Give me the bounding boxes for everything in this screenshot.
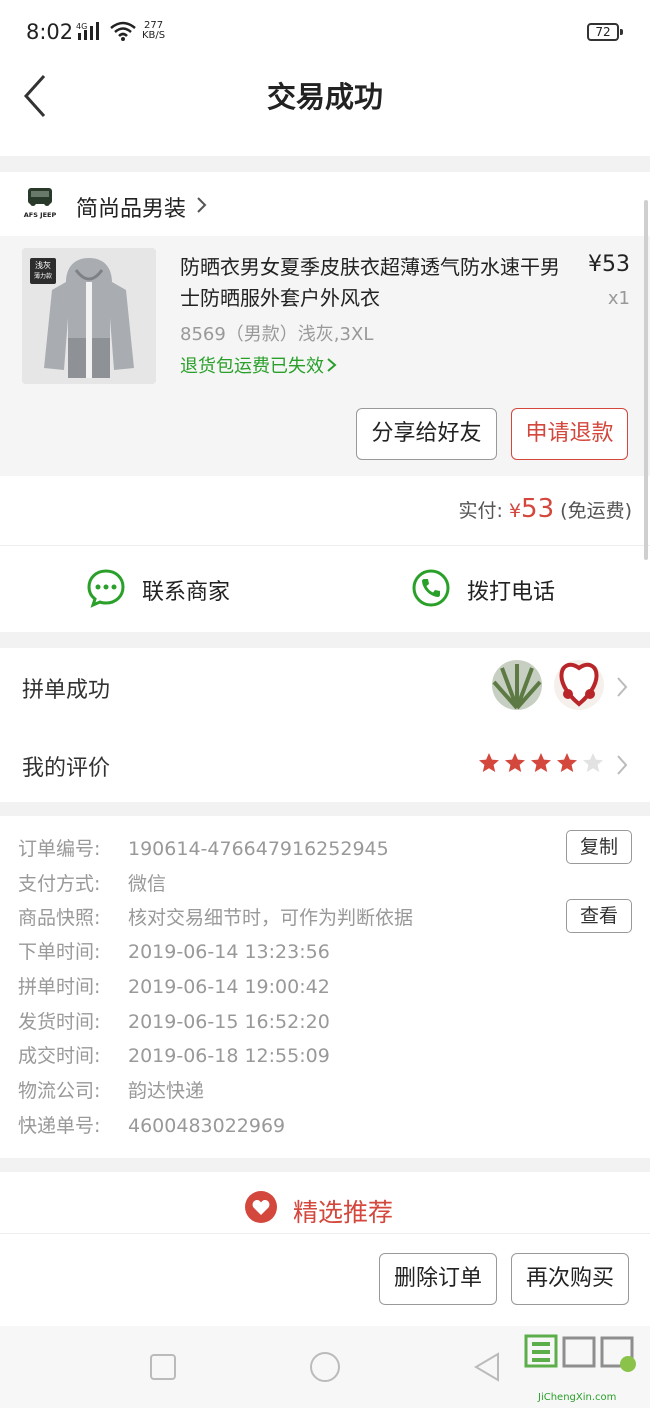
paid-amount: 53 (521, 494, 555, 524)
review-row[interactable]: 我的评价 (0, 726, 650, 802)
svg-text:AFS JEEP: AFS JEEP (24, 211, 57, 219)
info-row-order-time: 下单时间: 2019-06-14 13:23:56 (18, 941, 330, 963)
share-button[interactable]: 分享给好友 (356, 408, 497, 460)
info-row-logistics: 物流公司: 韵达快递 (18, 1080, 205, 1102)
page-title: 交易成功 (266, 80, 383, 114)
phone-icon (412, 569, 450, 607)
refund-button[interactable]: 申请退款 (511, 408, 628, 460)
product-title[interactable]: 防晒衣男女夏季皮肤衣超薄透气防水速干男士防晒服外套户外风衣 (180, 252, 570, 314)
contact-merchant-label: 联系商家 (142, 580, 231, 605)
rating-stars (478, 752, 608, 774)
buy-again-button[interactable]: 再次购买 (511, 1253, 629, 1305)
review-label: 我的评价 (22, 756, 111, 781)
contact-row: 联系商家 拨打电话 (0, 546, 650, 632)
payment-summary: 实付: ¥53 (免运费) (0, 476, 650, 546)
paid-text: 实付: ¥53 (免运费) (458, 494, 632, 524)
battery-level: 72 (595, 25, 611, 39)
info-row-group-time: 拼单时间: 2019-06-14 19:00:42 (18, 976, 330, 998)
network-type: 4G (76, 22, 87, 31)
view-snapshot-button[interactable]: 查看 (566, 899, 632, 933)
chevron-right-icon (617, 677, 628, 697)
shop-name[interactable]: 简尚品男装 (76, 191, 186, 223)
star-empty-icon (583, 753, 603, 772)
star-filled-icon (531, 753, 551, 772)
return-notice[interactable]: 退货包运费已失效 (180, 352, 338, 378)
avatar (492, 660, 542, 710)
info-row-ship-time: 发货时间: 2019-06-15 16:52:20 (18, 1011, 330, 1033)
paid-currency: ¥ (508, 500, 522, 522)
signal-icon: 4G (76, 22, 99, 40)
watermark-text: JiChengXin.com (538, 1392, 617, 1403)
chat-icon (87, 569, 125, 608)
shipping-note: (免运费) (560, 500, 632, 522)
back-triangle-icon[interactable] (470, 1350, 504, 1384)
star-filled-icon (505, 753, 525, 772)
chevron-right-icon (327, 358, 337, 372)
status-time: 8:02 (26, 20, 74, 44)
chevron-right-icon (197, 197, 207, 213)
battery-icon: 72 (587, 23, 623, 41)
copy-button[interactable]: 复制 (566, 830, 632, 864)
star-filled-icon (479, 753, 499, 772)
heart-badge-icon (245, 1191, 277, 1223)
shop-row[interactable]: AFS JEEP 简尚品男装 (0, 172, 650, 236)
wifi-icon (110, 21, 136, 41)
info-row-tracking-no: 快递单号: 4600483022969 (18, 1115, 286, 1137)
return-notice-label: 退货包运费已失效 (180, 356, 324, 377)
delete-order-button[interactable]: 删除订单 (379, 1253, 497, 1305)
order-info: 订单编号: 190614-476647916252945 复制 支付方式: 微信 商… (0, 816, 650, 1158)
group-buy-label: 拼单成功 (22, 678, 111, 703)
product-quantity: x1 (607, 288, 630, 309)
recommend-section: 精选推荐 (0, 1172, 650, 1234)
info-row-snapshot: 商品快照: 核对交易细节时，可作为判断依据 (18, 907, 414, 929)
product-card[interactable]: 浅灰 薄力款 防晒衣男女夏季皮肤衣超薄透气防水速干男士防晒服外套户外风衣 ¥53… (0, 236, 650, 476)
nav-bar: 交易成功 (0, 64, 650, 156)
bottom-actions: 删除订单 再次购买 (0, 1234, 650, 1326)
info-row-complete-time: 成交时间: 2019-06-18 12:55:09 (18, 1045, 330, 1067)
shop-logo: AFS JEEP (24, 188, 57, 219)
star-filled-icon (557, 753, 577, 772)
group-buy-row[interactable]: 拼单成功 (0, 648, 650, 726)
product-image[interactable]: 浅灰 薄力款 (22, 248, 156, 384)
avatar (554, 660, 604, 710)
recommend-label: 精选推荐 (293, 1198, 394, 1227)
info-row-order-no: 订单编号: 190614-476647916252945 (18, 838, 389, 860)
info-row-payment-method: 支付方式: 微信 (18, 873, 167, 895)
status-bar: 8:02 4G 277 KB/S 72 (0, 0, 650, 64)
chevron-right-icon (617, 755, 628, 775)
paid-label: 实付: (458, 500, 503, 522)
call-phone-label: 拨打电话 (467, 580, 556, 605)
network-speed: 277 KB/S (142, 20, 166, 41)
scrollbar[interactable] (644, 200, 648, 560)
recent-apps-icon[interactable] (146, 1350, 180, 1384)
product-price: ¥53 (588, 252, 630, 277)
product-sku: 8569（男款）浅灰,3XL (180, 324, 374, 345)
home-icon[interactable] (308, 1350, 342, 1384)
product-tag: 浅灰 薄力款 (30, 258, 56, 284)
